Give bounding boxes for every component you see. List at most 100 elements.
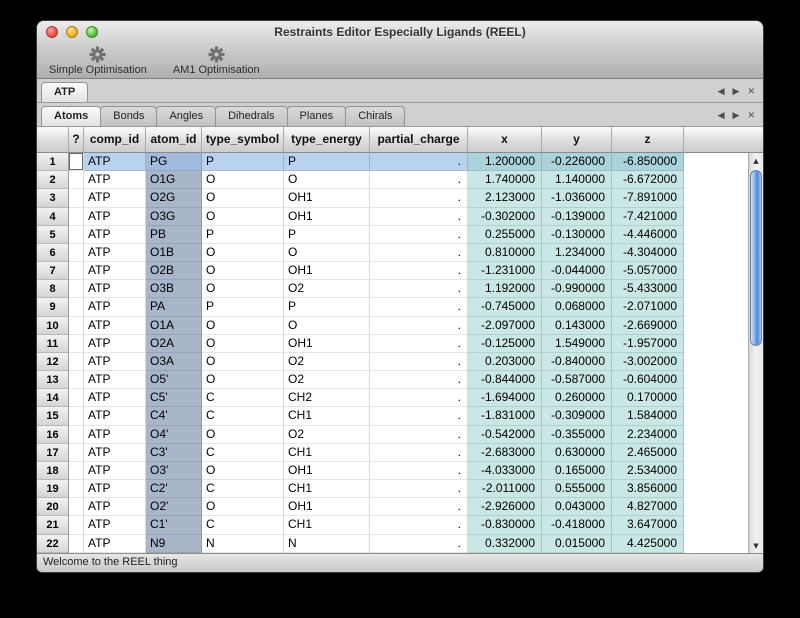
cell-z[interactable]: -7.421000 bbox=[612, 208, 684, 226]
cell-row-number[interactable]: 4 bbox=[37, 208, 69, 226]
cell-flag[interactable] bbox=[69, 462, 84, 480]
cell-flag[interactable] bbox=[69, 208, 84, 226]
cell-comp-id[interactable]: ATP bbox=[84, 498, 146, 516]
cell-comp-id[interactable]: ATP bbox=[84, 371, 146, 389]
header-cell-z[interactable]: z bbox=[612, 127, 684, 153]
cell-type-energy[interactable]: OH1 bbox=[284, 462, 370, 480]
vertical-scrollbar[interactable]: ▲ ▼ bbox=[748, 153, 763, 553]
header-cell-atom-id[interactable]: atom_id bbox=[146, 127, 202, 153]
cell-row-number[interactable]: 20 bbox=[37, 498, 69, 516]
tab-scroll-left-icon[interactable]: ◀ bbox=[718, 112, 725, 121]
cell-comp-id[interactable]: ATP bbox=[84, 189, 146, 207]
cell-comp-id[interactable]: ATP bbox=[84, 317, 146, 335]
cell-x[interactable]: -0.125000 bbox=[468, 335, 542, 353]
cell-partial-charge[interactable]: . bbox=[370, 171, 468, 189]
cell-comp-id[interactable]: ATP bbox=[84, 535, 146, 553]
cell-type-energy[interactable]: OH1 bbox=[284, 189, 370, 207]
cell-row-number[interactable]: 5 bbox=[37, 226, 69, 244]
cell-row-number[interactable]: 8 bbox=[37, 280, 69, 298]
cell-type-energy[interactable]: OH1 bbox=[284, 498, 370, 516]
cell-y[interactable]: 1.140000 bbox=[542, 171, 612, 189]
cell-type-symbol[interactable]: O bbox=[202, 171, 284, 189]
cell-type-symbol[interactable]: P bbox=[202, 226, 284, 244]
table-row[interactable]: 3 ATP O2G O OH1 . 2.123000 -1.036000 -7.… bbox=[37, 189, 763, 207]
cell-atom-id[interactable]: N9 bbox=[146, 535, 202, 553]
table-row[interactable]: 17 ATP C3' C CH1 . -2.683000 0.630000 2.… bbox=[37, 444, 763, 462]
cell-flag[interactable] bbox=[69, 353, 84, 371]
section-tab[interactable]: Angles bbox=[156, 106, 216, 126]
cell-y[interactable]: 0.068000 bbox=[542, 298, 612, 316]
cell-y[interactable]: 0.260000 bbox=[542, 389, 612, 407]
scrollbar-thumb[interactable] bbox=[750, 170, 762, 346]
minimize-window-button[interactable] bbox=[66, 26, 78, 38]
cell-type-energy[interactable]: CH1 bbox=[284, 480, 370, 498]
cell-type-symbol[interactable]: O bbox=[202, 426, 284, 444]
cell-type-energy[interactable]: O2 bbox=[284, 426, 370, 444]
table-row[interactable]: 2 ATP O1G O O . 1.740000 1.140000 -6.672… bbox=[37, 171, 763, 189]
cell-atom-id[interactable]: O2' bbox=[146, 498, 202, 516]
cell-row-number[interactable]: 9 bbox=[37, 298, 69, 316]
cell-type-energy[interactable]: O bbox=[284, 244, 370, 262]
tab-scroll-right-icon[interactable]: ▶ bbox=[733, 112, 740, 121]
cell-comp-id[interactable]: ATP bbox=[84, 280, 146, 298]
cell-row-number[interactable]: 6 bbox=[37, 244, 69, 262]
cell-comp-id[interactable]: ATP bbox=[84, 480, 146, 498]
cell-row-number[interactable]: 17 bbox=[37, 444, 69, 462]
cell-type-energy[interactable]: CH2 bbox=[284, 389, 370, 407]
cell-y[interactable]: 0.043000 bbox=[542, 498, 612, 516]
header-cell-x[interactable]: x bbox=[468, 127, 542, 153]
cell-x[interactable]: -2.097000 bbox=[468, 317, 542, 335]
cell-x[interactable]: 2.123000 bbox=[468, 189, 542, 207]
cell-x[interactable]: 1.200000 bbox=[468, 153, 542, 171]
cell-z[interactable]: -5.057000 bbox=[612, 262, 684, 280]
cell-flag[interactable] bbox=[69, 371, 84, 389]
cell-comp-id[interactable]: ATP bbox=[84, 462, 146, 480]
cell-x[interactable]: 0.810000 bbox=[468, 244, 542, 262]
cell-x[interactable]: -2.011000 bbox=[468, 480, 542, 498]
cell-flag[interactable] bbox=[69, 407, 84, 425]
cell-partial-charge[interactable]: . bbox=[370, 226, 468, 244]
cell-x[interactable]: -0.844000 bbox=[468, 371, 542, 389]
cell-row-number[interactable]: 2 bbox=[37, 171, 69, 189]
cell-z[interactable]: 4.425000 bbox=[612, 535, 684, 553]
table-row[interactable]: 21 ATP C1' C CH1 . -0.830000 -0.418000 3… bbox=[37, 516, 763, 534]
cell-comp-id[interactable]: ATP bbox=[84, 298, 146, 316]
cell-atom-id[interactable]: O2A bbox=[146, 335, 202, 353]
cell-y[interactable]: 0.555000 bbox=[542, 480, 612, 498]
cell-partial-charge[interactable]: . bbox=[370, 244, 468, 262]
cell-z[interactable]: -5.433000 bbox=[612, 280, 684, 298]
cell-atom-id[interactable]: O3A bbox=[146, 353, 202, 371]
cell-x[interactable]: 1.192000 bbox=[468, 280, 542, 298]
cell-z[interactable]: -4.304000 bbox=[612, 244, 684, 262]
cell-z[interactable]: -1.957000 bbox=[612, 335, 684, 353]
cell-z[interactable]: -3.002000 bbox=[612, 353, 684, 371]
cell-partial-charge[interactable]: . bbox=[370, 317, 468, 335]
cell-x[interactable]: 0.255000 bbox=[468, 226, 542, 244]
cell-flag[interactable] bbox=[69, 317, 84, 335]
cell-atom-id[interactable]: O2B bbox=[146, 262, 202, 280]
toolbar-item[interactable]: Simple Optimisation bbox=[49, 46, 147, 76]
close-window-button[interactable] bbox=[46, 26, 58, 38]
table-row[interactable]: 15 ATP C4' C CH1 . -1.831000 -0.309000 1… bbox=[37, 407, 763, 425]
document-tab[interactable]: ATP bbox=[41, 82, 88, 102]
cell-x[interactable]: 0.203000 bbox=[468, 353, 542, 371]
cell-type-energy[interactable]: CH1 bbox=[284, 516, 370, 534]
cell-flag[interactable] bbox=[69, 153, 84, 171]
cell-partial-charge[interactable]: . bbox=[370, 280, 468, 298]
cell-row-number[interactable]: 1 bbox=[37, 153, 69, 171]
cell-z[interactable]: 2.534000 bbox=[612, 462, 684, 480]
cell-type-energy[interactable]: OH1 bbox=[284, 208, 370, 226]
cell-z[interactable]: 0.170000 bbox=[612, 389, 684, 407]
cell-x[interactable]: 0.332000 bbox=[468, 535, 542, 553]
cell-partial-charge[interactable]: . bbox=[370, 371, 468, 389]
cell-atom-id[interactable]: O3G bbox=[146, 208, 202, 226]
cell-atom-id[interactable]: O3B bbox=[146, 280, 202, 298]
cell-type-symbol[interactable]: O bbox=[202, 189, 284, 207]
table-row[interactable]: 19 ATP C2' C CH1 . -2.011000 0.555000 3.… bbox=[37, 480, 763, 498]
cell-row-number[interactable]: 19 bbox=[37, 480, 69, 498]
cell-partial-charge[interactable]: . bbox=[370, 208, 468, 226]
table-row[interactable]: 9 ATP PA P P . -0.745000 0.068000 -2.071… bbox=[37, 298, 763, 316]
cell-atom-id[interactable]: O1B bbox=[146, 244, 202, 262]
cell-x[interactable]: -0.830000 bbox=[468, 516, 542, 534]
cell-z[interactable]: 4.827000 bbox=[612, 498, 684, 516]
